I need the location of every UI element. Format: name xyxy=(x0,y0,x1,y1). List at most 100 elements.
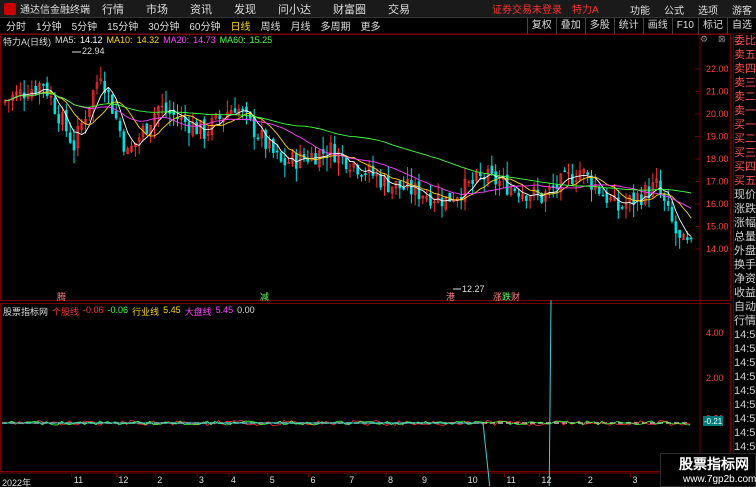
period-daily[interactable]: 日线 xyxy=(231,18,251,33)
menu-youke[interactable]: 游客 xyxy=(732,2,752,17)
login-warning[interactable]: 证券交易未登录 xyxy=(492,1,562,16)
event-marker-cai[interactable]: 财 xyxy=(511,291,520,302)
candle-body xyxy=(53,97,57,114)
date-axis-label: 6 xyxy=(310,475,315,485)
ma20-value: 14.73 xyxy=(193,35,216,45)
event-marker-teng[interactable]: 腾 xyxy=(57,291,66,302)
tool-biaoji[interactable]: 标记 xyxy=(698,18,727,34)
ma5-value: 14.12 xyxy=(80,35,103,45)
period-fenshi[interactable]: 分时 xyxy=(6,18,26,33)
menu-xuanxiang[interactable]: 选项 xyxy=(698,2,718,17)
date-axis-label: 2 xyxy=(157,475,162,485)
side-panel-row[interactable]: 买四 xyxy=(734,160,756,174)
candle-body xyxy=(440,197,444,207)
price-axis-label: 19.00 xyxy=(706,132,729,142)
tool-f10[interactable]: F10 xyxy=(671,18,698,34)
side-panel-row[interactable]: 14:5 xyxy=(734,398,756,412)
side-panel-row[interactable]: 买二 xyxy=(734,132,756,146)
event-marker-gang[interactable]: 港 xyxy=(446,291,455,302)
menu-item-caifuquan[interactable]: 财富圈 xyxy=(333,1,366,17)
period-5min[interactable]: 5分钟 xyxy=(72,18,98,33)
side-panel-row[interactable]: 卖五 xyxy=(734,48,756,62)
candle-body xyxy=(118,120,122,132)
side-panel-row[interactable]: 卖四 xyxy=(734,62,756,76)
menu-item-jiaoyi[interactable]: 交易 xyxy=(388,1,410,17)
side-panel-row[interactable]: 14:5 xyxy=(734,328,756,342)
menu-item-shichang[interactable]: 市场 xyxy=(146,1,168,17)
event-marker-die[interactable]: 跌 xyxy=(502,292,511,302)
side-panel-row[interactable]: 现价 xyxy=(734,188,756,202)
side-panel-row[interactable]: 委比 xyxy=(734,34,756,48)
stock-period-label: 特力A(日线) xyxy=(3,37,51,47)
side-panel-row[interactable]: 总量 xyxy=(734,230,756,244)
candle-body xyxy=(417,181,421,200)
side-panel-row[interactable]: 14:5 xyxy=(734,426,756,440)
date-axis-label: 4 xyxy=(231,475,236,485)
tool-huaxian[interactable]: 画线 xyxy=(642,18,672,34)
side-panel-row[interactable]: 14:5 xyxy=(734,356,756,370)
side-panel-row[interactable]: 涨幅 xyxy=(734,216,756,230)
side-panel-row[interactable]: 收益 xyxy=(734,286,756,300)
chart-settings-icon[interactable]: ⚙ xyxy=(700,34,708,44)
side-panel-row[interactable]: 外盘 xyxy=(734,244,756,258)
period-30min[interactable]: 30分钟 xyxy=(148,18,179,33)
side-panel-row[interactable]: 涨跌 xyxy=(734,202,756,216)
menu-gongneng[interactable]: 功能 xyxy=(630,2,650,17)
period-more[interactable]: 更多 xyxy=(361,18,381,33)
period-1min[interactable]: 1分钟 xyxy=(36,18,62,33)
ma20-label: MA20: xyxy=(163,35,190,45)
side-panel-row[interactable]: 卖二 xyxy=(734,90,756,104)
period-weekly[interactable]: 周线 xyxy=(261,18,281,33)
side-panel-row[interactable]: 卖三 xyxy=(734,76,756,90)
side-panel-row[interactable]: 14:5 xyxy=(734,342,756,356)
kline-info-bar: 特力A(日线) MA5: 14.12 MA10: 14.32 MA20: 14.73 … xyxy=(0,35,272,47)
candle-body xyxy=(164,102,168,113)
chart-close-icon[interactable]: ⊠ xyxy=(718,34,726,44)
tool-diejia[interactable]: 叠加 xyxy=(555,18,585,34)
candle-body xyxy=(145,123,149,134)
side-panel-row[interactable]: 买三 xyxy=(734,146,756,160)
period-60min[interactable]: 60分钟 xyxy=(189,18,220,33)
tool-duogu[interactable]: 多股 xyxy=(584,18,614,34)
side-panel-row[interactable]: 净资 xyxy=(734,272,756,286)
quote-side-panel[interactable]: 委比 卖五 卖四 卖三 卖二 卖一 买一 买二 买三 买四 买五 现价 涨跌 涨幅 总量 外盘 换手 净资 收益 自动… xyxy=(733,34,756,487)
ma5-line xyxy=(4,86,692,237)
tool-tongji[interactable]: 统计 xyxy=(613,18,643,34)
side-panel-row[interactable]: 行情 xyxy=(734,314,756,328)
candle-body xyxy=(360,175,363,177)
indicator-l2-value: -0.06 xyxy=(107,305,129,315)
side-panel-row[interactable]: 14:5 xyxy=(734,412,756,426)
candle-body xyxy=(218,115,221,120)
side-panel-row[interactable]: 卖一 xyxy=(734,104,756,118)
side-panel-row[interactable]: 14:5 xyxy=(734,370,756,384)
date-axis-label: 2 xyxy=(588,475,593,485)
side-panel-row[interactable]: 14:5 xyxy=(734,440,756,454)
low-price-annotation: 12.27 xyxy=(462,284,485,294)
event-marker-zhang[interactable]: 涨 xyxy=(493,292,502,302)
side-panel-row[interactable]: 买一 xyxy=(734,118,756,132)
candle-body xyxy=(479,173,482,177)
period-multi[interactable]: 多周期 xyxy=(321,18,351,33)
candle-body xyxy=(663,193,666,201)
menu-gongshi[interactable]: 公式 xyxy=(664,2,684,17)
tool-zixuan[interactable]: 自选 xyxy=(727,18,756,34)
tool-fuquan[interactable]: 复权 xyxy=(526,18,556,34)
side-panel-row[interactable]: 自动 xyxy=(734,300,756,314)
indicator-name[interactable]: 股票指标网 xyxy=(3,305,48,317)
menu-item-hangqing[interactable]: 行情 xyxy=(102,1,124,17)
event-marker-jian[interactable]: 减 xyxy=(260,291,269,302)
menu-item-wenxiaoda[interactable]: 问小达 xyxy=(278,1,311,17)
kline-chart[interactable]: 22.0021.0020.0019.0018.0017.0016.0015.00… xyxy=(0,34,731,486)
side-panel-row[interactable]: 买五 xyxy=(734,174,756,188)
candle-body xyxy=(689,237,693,240)
menu-item-zixun[interactable]: 资讯 xyxy=(190,1,212,17)
candle-body xyxy=(620,206,624,209)
side-panel-row[interactable]: 换手 xyxy=(734,258,756,272)
price-axis-label: 15.00 xyxy=(706,222,729,232)
ma60-value: 15.25 xyxy=(249,35,273,45)
period-monthly[interactable]: 月线 xyxy=(291,18,311,33)
menu-item-faxian[interactable]: 发现 xyxy=(234,1,256,17)
period-15min[interactable]: 15分钟 xyxy=(107,18,138,33)
candle-body xyxy=(678,229,681,238)
side-panel-row[interactable]: 14:5 xyxy=(734,384,756,398)
